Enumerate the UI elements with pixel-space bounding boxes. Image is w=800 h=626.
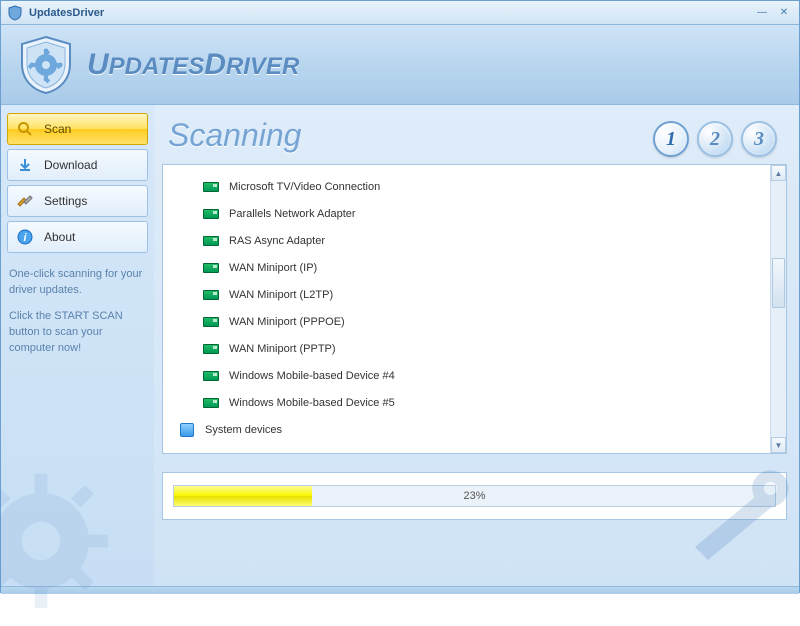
list-item: RAS Async Adapter — [163, 227, 770, 254]
scrollbar[interactable]: ▲ ▼ — [770, 165, 786, 453]
list-category-label: System devices — [205, 424, 282, 436]
list-item-label: WAN Miniport (L2TP) — [229, 289, 333, 301]
gear-bg-icon — [0, 461, 121, 626]
content: Scanning 1 2 3 Microsoft TV/Video Connec… — [154, 105, 799, 586]
scroll-down-button[interactable]: ▼ — [771, 437, 786, 453]
step-3: 3 — [741, 121, 777, 157]
list-item: Microsoft TV/Video Connection — [163, 173, 770, 200]
sidebar-item-label: Settings — [44, 194, 87, 208]
titlebar: UpdatesDriver — ✕ — [1, 1, 799, 25]
list-item-label: Windows Mobile-based Device #4 — [229, 370, 395, 382]
body: Scan Download Settings i About — [1, 105, 799, 586]
tools-icon — [16, 192, 34, 210]
sidebar-item-about[interactable]: i About — [7, 221, 148, 253]
close-button[interactable]: ✕ — [775, 5, 793, 21]
magnifier-icon — [16, 120, 34, 138]
list-item-label: WAN Miniport (IP) — [229, 262, 317, 274]
scroll-track[interactable] — [771, 181, 786, 437]
sidebar-item-download[interactable]: Download — [7, 149, 148, 181]
shield-icon — [7, 5, 23, 21]
network-card-icon — [203, 262, 219, 274]
network-card-icon — [203, 289, 219, 301]
scan-list: Microsoft TV/Video Connection Parallels … — [163, 165, 770, 453]
logo-shield-icon — [15, 34, 77, 96]
list-item: Windows Mobile-based Device #4 — [163, 362, 770, 389]
list-item-label: WAN Miniport (PPTP) — [229, 343, 336, 355]
list-item: WAN Miniport (L2TP) — [163, 281, 770, 308]
logo-text: UPDATESDRIVER — [87, 48, 299, 82]
network-card-icon — [203, 343, 219, 355]
info-icon: i — [16, 228, 34, 246]
list-item-label: RAS Async Adapter — [229, 235, 325, 247]
sidebar-hint-line: One-click scanning for your driver updat… — [9, 267, 146, 299]
network-card-icon — [203, 235, 219, 247]
step-1: 1 — [653, 121, 689, 157]
header: UPDATESDRIVER — [1, 25, 799, 105]
list-item-label: Parallels Network Adapter — [229, 208, 356, 220]
list-item: WAN Miniport (PPTP) — [163, 335, 770, 362]
network-card-icon — [203, 397, 219, 409]
step-indicator: 1 2 3 — [653, 121, 777, 157]
system-icon — [179, 424, 195, 436]
app-window: UpdatesDriver — ✕ UPDATESDRIVER — [0, 0, 800, 593]
list-item: WAN Miniport (IP) — [163, 254, 770, 281]
download-icon — [16, 156, 34, 174]
decorative-gear-icon — [659, 456, 800, 591]
window-controls: — ✕ — [753, 5, 793, 21]
sidebar-item-settings[interactable]: Settings — [7, 185, 148, 217]
network-card-icon — [203, 208, 219, 220]
sidebar-item-label: Download — [44, 158, 97, 172]
sidebar-hint: One-click scanning for your driver updat… — [7, 267, 148, 357]
network-card-icon — [203, 316, 219, 328]
list-item: WAN Miniport (PPPOE) — [163, 308, 770, 335]
sidebar-item-label: Scan — [44, 122, 71, 136]
step-2: 2 — [697, 121, 733, 157]
scroll-up-button[interactable]: ▲ — [771, 165, 786, 181]
sidebar: Scan Download Settings i About — [1, 105, 154, 586]
list-item: Windows Mobile-based Device #5 — [163, 389, 770, 416]
minimize-button[interactable]: — — [753, 5, 771, 21]
list-item-label: WAN Miniport (PPPOE) — [229, 316, 345, 328]
list-item-label: Microsoft TV/Video Connection — [229, 181, 380, 193]
list-category: System devices — [163, 416, 770, 443]
list-item-label: Windows Mobile-based Device #5 — [229, 397, 395, 409]
sidebar-hint-line: Click the START SCAN button to scan your… — [9, 309, 146, 357]
scan-listbox: Microsoft TV/Video Connection Parallels … — [162, 164, 787, 454]
sidebar-item-scan[interactable]: Scan — [7, 113, 148, 145]
network-card-icon — [203, 370, 219, 382]
scroll-thumb[interactable] — [772, 258, 785, 308]
sidebar-item-label: About — [44, 230, 75, 244]
list-item: Parallels Network Adapter — [163, 200, 770, 227]
titlebar-text: UpdatesDriver — [29, 7, 753, 19]
network-card-icon — [203, 181, 219, 193]
